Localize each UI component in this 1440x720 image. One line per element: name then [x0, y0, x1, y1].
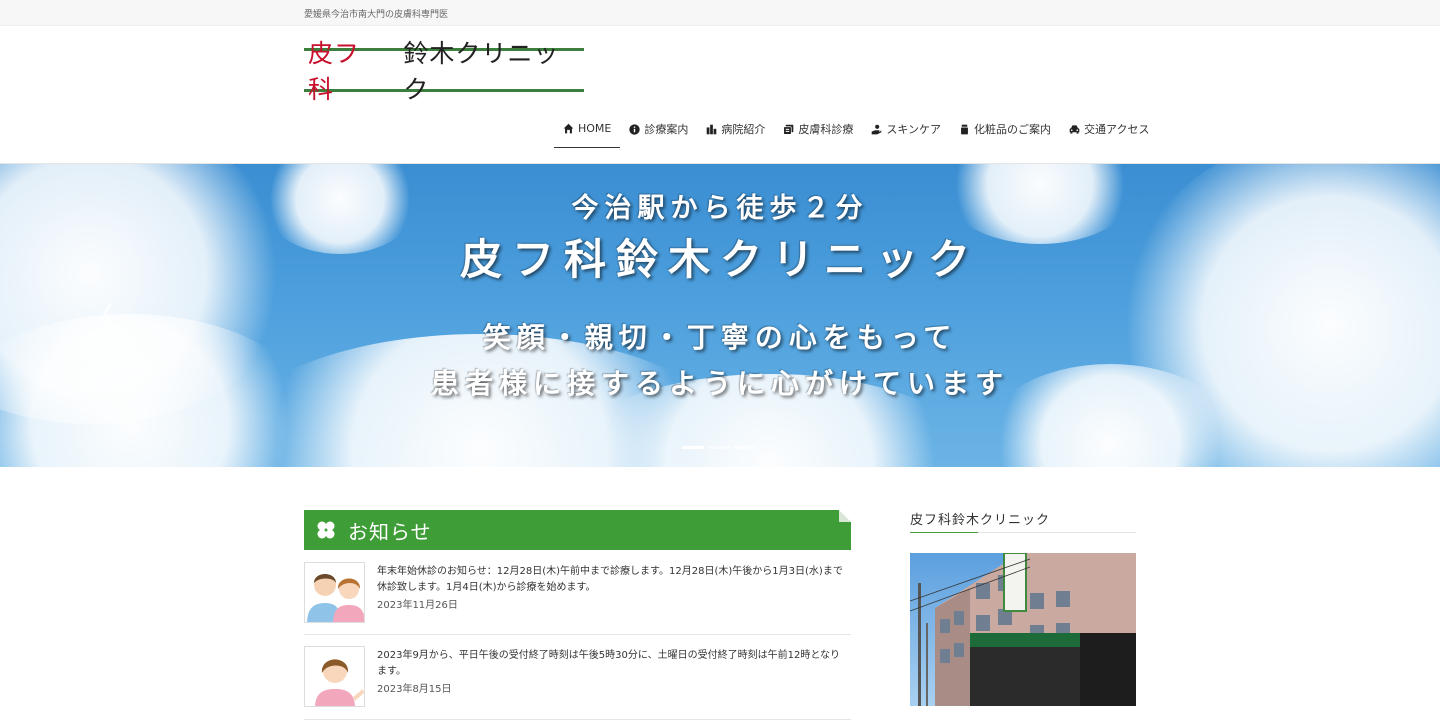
news-item-date: 2023年8月15日	[377, 684, 452, 695]
sidebar-title: 皮フ科鈴木クリニック	[910, 513, 1051, 528]
nav-item-skincare[interactable]: スキンケア	[862, 110, 950, 148]
news-item-date: 2023年11月26日	[377, 600, 458, 611]
clinic-building-photo	[910, 553, 1136, 706]
nav-item-home[interactable]: HOME	[554, 110, 621, 148]
carousel-indicator[interactable]	[734, 446, 756, 449]
nav-item-cosmetics[interactable]: 化粧品のご案内	[950, 110, 1060, 148]
nav-item-access[interactable]: 交通アクセス	[1060, 110, 1158, 148]
nav-item-label: 診療案内	[644, 123, 689, 136]
news-item-text: 2023年9月から、平日午後の受付終了時刻は午後5時30分に、土曜日の受付終了時…	[377, 650, 841, 677]
clover-icon	[317, 521, 335, 539]
clipboard-icon	[783, 124, 794, 135]
news-thumbnail-nurse	[304, 646, 365, 707]
logo-red-text: 皮フ科	[308, 39, 361, 104]
hero-carousel: 今治駅から徒歩２分 皮フ科鈴木クリニック 笑顔・親切・丁寧の心をもって 患者様に…	[0, 163, 1440, 467]
news-item-text: 年末年始休診のお知らせ：12月28日(木)午前中まで診療します。12月28日(木…	[377, 566, 843, 593]
staff-illustration	[305, 563, 364, 622]
nav-item-hospital[interactable]: 病院紹介	[697, 110, 774, 148]
nav-item-label: 病院紹介	[721, 123, 766, 136]
news-item[interactable]: 年末年始休診のお知らせ：12月28日(木)午前中まで診療します。12月28日(木…	[304, 562, 851, 635]
nav-item-clinic-info[interactable]: 診療案内	[620, 110, 697, 148]
nav-item-label: スキンケア	[886, 123, 942, 136]
nav-item-label: HOME	[578, 122, 612, 135]
hero-line-3: 笑顔・親切・丁寧の心をもって	[482, 321, 958, 354]
news-section-title: お知らせ	[348, 519, 432, 544]
hero-line-4: 患者様に接するように心がけています	[430, 367, 1009, 400]
news-section-header: お知らせ	[304, 510, 851, 550]
site-tagline: 愛媛県今治市南大門の皮膚科専門医	[304, 10, 449, 20]
nav-item-label: 化粧品のご案内	[974, 123, 1052, 136]
nurse-illustration	[305, 647, 364, 706]
logo-black-text: 鈴木クリニック	[403, 39, 560, 104]
hand-care-icon	[872, 124, 882, 134]
bottle-icon	[961, 124, 968, 134]
nav-item-label: 交通アクセス	[1084, 123, 1150, 136]
home-icon	[563, 123, 574, 134]
carousel-indicators	[682, 446, 756, 449]
sidebar-title-rule	[910, 532, 1136, 533]
header-corner-fold	[839, 510, 851, 522]
top-bar: 愛媛県今治市南大門の皮膚科専門医	[0, 0, 1440, 26]
carousel-prev-icon[interactable]: ❮	[100, 302, 115, 323]
info-icon	[629, 123, 641, 135]
carousel-indicator[interactable]	[708, 446, 730, 449]
news-thumbnail-staff-pair	[304, 562, 365, 623]
nav-item-dermatology[interactable]: 皮膚科診療	[774, 110, 862, 148]
carousel-indicator[interactable]	[682, 446, 704, 449]
car-icon	[1069, 124, 1080, 134]
hero-line-1: 今治駅から徒歩２分	[571, 193, 869, 224]
main-nav: HOME 診療案内 病院紹介 皮膚科診療 スキンケア 化粧品のご案内 交通アクセ…	[554, 110, 1159, 148]
hero-line-2: 皮フ科鈴木クリニック	[459, 235, 980, 284]
clinic-building-illustration	[910, 553, 1136, 706]
nav-item-label: 皮膚科診療	[798, 123, 854, 136]
sidebar-title-accent	[910, 532, 978, 533]
building-icon	[707, 124, 717, 134]
news-item[interactable]: 2023年9月から、平日午後の受付終了時刻は午後5時30分に、土曜日の受付終了時…	[304, 646, 851, 720]
site-logo[interactable]: 皮フ科 鈴木クリニック	[304, 39, 584, 104]
